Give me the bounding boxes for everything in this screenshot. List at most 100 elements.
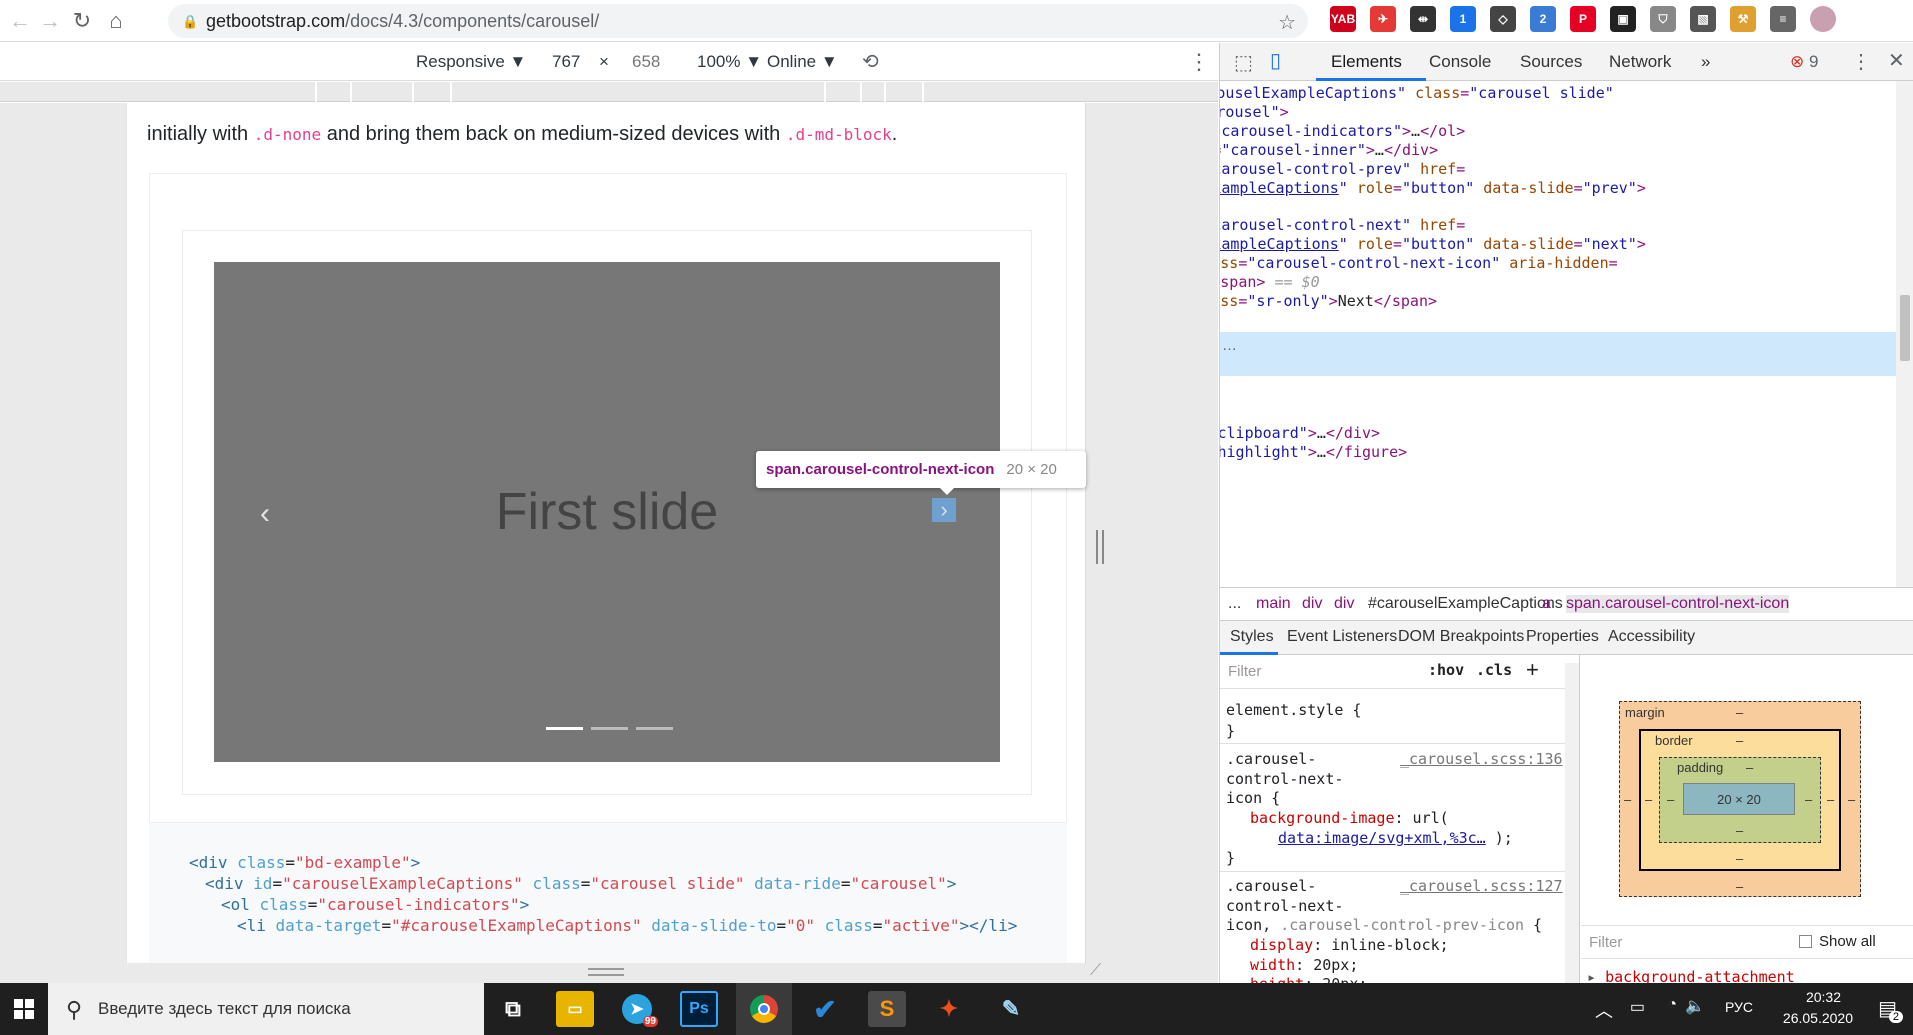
split-icon[interactable]: ⇹: [1410, 6, 1436, 32]
tray-expand-icon[interactable]: ︿: [1595, 997, 1613, 1023]
dom-node-line[interactable]: ▸<div class="bd-clipboard">…</div>: [1220, 424, 1380, 442]
dom-node-line[interactable]: "true"></span> == $0: [1220, 273, 1320, 291]
panel-tab-properties[interactable]: Properties: [1526, 628, 1599, 646]
badge-ext-icon[interactable]: 1: [1450, 6, 1476, 32]
dom-scroll-thumb[interactable]: [1900, 295, 1910, 361]
dom-node-line[interactable]: ▾<a class="carousel-control-next" href=: [1220, 216, 1465, 234]
battery-icon[interactable]: ▭: [1630, 997, 1645, 1017]
dom-scrollbar[interactable]: [1896, 81, 1913, 587]
network-throttle-select[interactable]: Online ▼: [767, 52, 838, 72]
breadcrumb-item[interactable]: a: [1542, 595, 1551, 613]
zoom-select[interactable]: 100% ▼: [697, 52, 762, 72]
list-icon[interactable]: ≡: [1770, 6, 1796, 32]
count-ext-icon[interactable]: 2: [1530, 6, 1556, 32]
computed-prop-row[interactable]: ▸ background-attachment: [1587, 968, 1795, 983]
file-explorer-icon[interactable]: ▭: [556, 991, 594, 1027]
device-mode-select[interactable]: Responsive ▼: [416, 52, 526, 72]
stripe-icon[interactable]: ▧: [1690, 6, 1716, 32]
dom-node-line[interactable]: ▾<div id="carouselExampleCaptions" class…: [1220, 84, 1614, 102]
hammer-icon[interactable]: ⚒: [1730, 6, 1756, 32]
rule-source[interactable]: _carousel.scss:136: [1400, 750, 1563, 768]
cls-toggle[interactable]: .cls: [1476, 661, 1512, 679]
dom-node-line[interactable]: "#carouselExampleCaptions" role="button"…: [1220, 179, 1646, 197]
todo-icon[interactable]: ✔: [806, 991, 844, 1027]
breadcrumb-item[interactable]: div: [1302, 595, 1322, 613]
dom-node-line[interactable]: <span class="sr-only">Next</span>: [1220, 292, 1437, 310]
device-menu-icon[interactable]: ⋮: [1188, 49, 1210, 75]
tab-console[interactable]: Console: [1429, 52, 1491, 72]
start-button[interactable]: [0, 983, 48, 1035]
clock-time[interactable]: 20:32: [1806, 989, 1841, 1005]
dom-node-line[interactable]: "#carouselExampleCaptions" role="button"…: [1220, 235, 1646, 253]
carousel-prev-icon[interactable]: ‹: [260, 497, 270, 531]
pin-icon[interactable]: ✈: [1370, 6, 1396, 32]
tab-elements[interactable]: Elements: [1331, 52, 1402, 72]
dom-node-line[interactable]: ▸<ol class="carousel-indicators">…</ol>: [1220, 122, 1465, 140]
error-count[interactable]: 9: [1809, 52, 1818, 72]
reload-icon[interactable]: ↻: [64, 3, 100, 39]
breadcrumb-item[interactable]: ...: [1228, 595, 1241, 613]
wifi-icon[interactable]: ◔: [1667, 996, 1677, 1014]
device-toggle-icon[interactable]: ▯: [1270, 48, 1281, 73]
selected-dom-node[interactable]: [1220, 332, 1896, 376]
decl-width[interactable]: width: 20px;: [1250, 956, 1358, 974]
cube-icon[interactable]: ◇: [1490, 6, 1516, 32]
tab-network[interactable]: Network: [1609, 52, 1671, 72]
dom-node-line[interactable]: <span class="carousel-control-next-icon"…: [1220, 254, 1618, 272]
dom-node-line[interactable]: data-ride="carousel">: [1220, 103, 1289, 121]
panel-tab-dom-breakpoints[interactable]: DOM Breakpoints: [1398, 628, 1524, 646]
close-devtools-icon[interactable]: ✕: [1888, 48, 1905, 73]
show-all-checkbox[interactable]: [1799, 935, 1812, 948]
devtools-menu-icon[interactable]: ⋮: [1851, 49, 1871, 74]
device-height-input[interactable]: 658: [632, 52, 660, 72]
shield-icon[interactable]: ⛉: [1650, 6, 1676, 32]
more-tabs-icon[interactable]: »: [1701, 52, 1710, 72]
figma-icon[interactable]: ✦: [930, 991, 968, 1027]
carousel-indicator-3[interactable]: [636, 727, 673, 730]
resize-handle-bottom[interactable]: [588, 968, 624, 976]
add-rule-icon[interactable]: +: [1526, 657, 1539, 683]
panel-tab-styles[interactable]: Styles: [1230, 628, 1274, 646]
dom-node-line[interactable]: ▸<figure class="highlight">…</figure>: [1220, 443, 1407, 461]
dom-node-line[interactable]: ▸<div class="carousel-inner">…</div>: [1220, 141, 1438, 159]
home-icon[interactable]: ⌂: [98, 3, 134, 39]
rule-source[interactable]: _carousel.scss:127: [1400, 877, 1563, 895]
styles-scrollbar[interactable]: [1565, 663, 1579, 983]
carousel-next-icon[interactable]: ›: [932, 497, 956, 522]
device-width-input[interactable]: 767: [552, 52, 580, 72]
tab-sources[interactable]: Sources: [1520, 52, 1582, 72]
hov-toggle[interactable]: :hov: [1428, 661, 1464, 679]
avatar-icon[interactable]: [1810, 6, 1836, 32]
bookmark-star-icon[interactable]: ☆: [1278, 10, 1296, 35]
volume-icon[interactable]: 🔈: [1685, 996, 1705, 1016]
panel-tab-accessibility[interactable]: Accessibility: [1608, 628, 1695, 646]
telegram-icon[interactable]: ➤ 99: [618, 991, 658, 1027]
decl-background-image[interactable]: background-image: url(: [1250, 809, 1449, 827]
dom-node-ellipsis[interactable]: …: [1222, 337, 1237, 354]
taskbar-search[interactable]: ⚲ Введите здесь текст для поиска: [48, 983, 484, 1035]
error-icon[interactable]: ⊗: [1790, 52, 1804, 72]
sublime-text-icon[interactable]: S: [868, 991, 906, 1027]
computed-filter-input[interactable]: Filter: [1589, 934, 1622, 951]
decl-display[interactable]: display: inline-block;: [1250, 936, 1449, 954]
photoshop-icon[interactable]: Ps: [680, 991, 718, 1027]
breadcrumb-item[interactable]: main: [1256, 595, 1291, 613]
language-indicator[interactable]: РУС: [1725, 999, 1753, 1015]
carousel-indicator-1[interactable]: [546, 727, 583, 730]
resize-handle-right[interactable]: [1096, 530, 1104, 564]
window-icon[interactable]: ▣: [1610, 6, 1636, 32]
task-view-icon[interactable]: ⧉: [494, 991, 532, 1027]
pinterest-icon[interactable]: P: [1570, 6, 1596, 32]
styles-filter-input[interactable]: Filter: [1228, 663, 1261, 680]
decl-url-value[interactable]: data:image/svg+xml,%3c… );: [1278, 829, 1513, 847]
breadcrumb-item[interactable]: span.carousel-control-next-icon: [1566, 595, 1790, 613]
dom-node-line[interactable]: ▸<a class="carousel-control-prev" href=: [1220, 160, 1465, 178]
rotate-icon[interactable]: ⟲: [862, 49, 879, 74]
chrome-icon[interactable]: [736, 983, 792, 1035]
clock-date[interactable]: 26.05.2020: [1783, 1010, 1853, 1026]
carousel-indicator-2[interactable]: [591, 727, 628, 730]
address-bar[interactable]: 🔒 getbootstrap.com/docs/4.3/components/c…: [168, 4, 1308, 38]
forward-icon[interactable]: →: [32, 3, 68, 39]
breadcrumb-item[interactable]: div: [1334, 595, 1354, 613]
breadcrumb-item[interactable]: #carouselExampleCaptions: [1368, 595, 1563, 613]
